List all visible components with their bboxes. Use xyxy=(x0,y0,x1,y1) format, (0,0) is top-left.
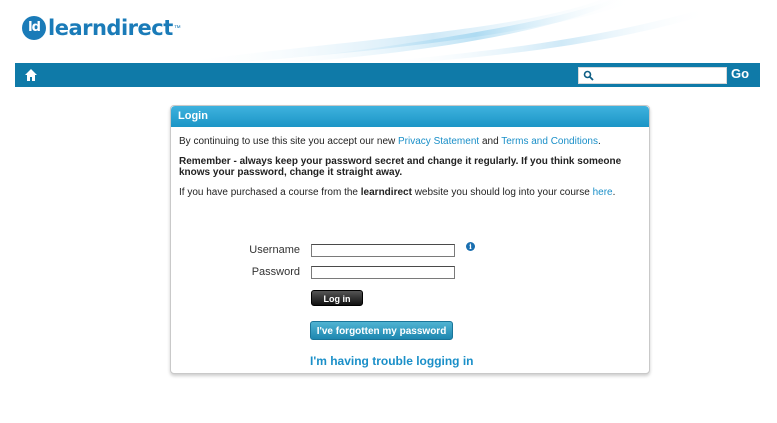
course-here-link[interactable]: here xyxy=(593,187,613,198)
password-warning: Remember - always keep your password sec… xyxy=(179,156,622,178)
info-icon[interactable]: i xyxy=(466,242,475,251)
main-navbar: Go xyxy=(15,63,760,87)
login-panel-title: Login xyxy=(171,106,649,127)
search-icon xyxy=(583,70,594,81)
privacy-prefix-text: By continuing to use this site you accep… xyxy=(179,136,399,147)
logo-trademark: ™ xyxy=(173,24,181,32)
search-input[interactable] xyxy=(597,69,723,82)
course-notice: If you have purchased a course from the … xyxy=(179,187,641,198)
course-middle-text: website you should log into your course xyxy=(411,187,593,198)
forgot-password-button[interactable]: I've forgotten my password xyxy=(310,321,453,340)
login-panel-body: By continuing to use this site you accep… xyxy=(171,127,649,198)
course-prefix-text: If you have purchased a course from the xyxy=(179,187,361,198)
trouble-logging-in-link[interactable]: I'm having trouble logging in xyxy=(310,354,474,368)
logo-wordmark: learndirect xyxy=(48,16,173,40)
home-icon[interactable] xyxy=(24,68,38,82)
login-button[interactable]: Log in xyxy=(311,290,363,306)
privacy-suffix-text: . xyxy=(597,136,601,147)
learndirect-logo[interactable]: ld learndirect ™ xyxy=(22,16,181,40)
password-field[interactable] xyxy=(311,266,455,279)
privacy-notice: By continuing to use this site you accep… xyxy=(179,136,641,147)
logo-badge-icon: ld xyxy=(22,16,46,40)
course-brand-text: learndirect xyxy=(360,187,412,198)
go-button[interactable]: Go xyxy=(731,66,749,81)
privacy-statement-link[interactable]: Privacy Statement xyxy=(398,136,479,147)
privacy-and-text: and xyxy=(479,136,502,147)
terms-conditions-link[interactable]: Terms and Conditions xyxy=(501,136,598,147)
password-label: Password xyxy=(251,266,300,278)
course-suffix-text: . xyxy=(612,187,616,198)
username-field[interactable] xyxy=(311,244,455,257)
site-header: ld learndirect ™ xyxy=(0,0,777,62)
search-box xyxy=(578,67,727,84)
username-label: Username xyxy=(249,244,300,256)
login-panel: Login By continuing to use this site you… xyxy=(170,105,650,374)
